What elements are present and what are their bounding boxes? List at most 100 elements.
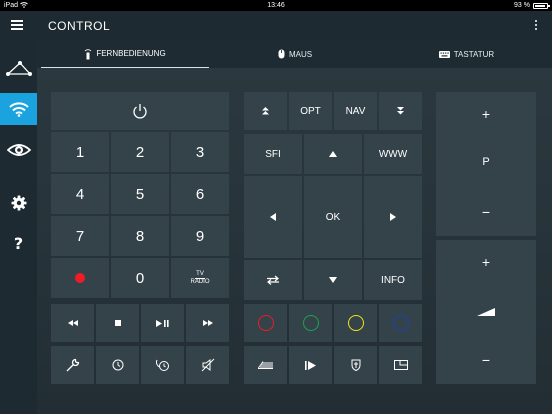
- channel-down-button[interactable]: [379, 92, 422, 130]
- channel-up-button[interactable]: [244, 92, 287, 130]
- volume-level-icon: [477, 308, 495, 316]
- key-4[interactable]: 4: [51, 174, 109, 214]
- tv-radio-button[interactable]: TV RADIO: [171, 258, 229, 298]
- shield-button[interactable]: [334, 346, 377, 384]
- battery-icon: [533, 3, 550, 9]
- key-6[interactable]: 6: [171, 174, 229, 214]
- pip-icon: [393, 360, 408, 370]
- stop-button[interactable]: [96, 304, 139, 342]
- green-button[interactable]: [289, 304, 332, 342]
- eye-icon: [6, 144, 31, 156]
- wrench-icon: [66, 358, 79, 372]
- play-pause-button[interactable]: [141, 304, 184, 342]
- key-3[interactable]: 3: [171, 132, 229, 172]
- sleep-timer-button[interactable]: [141, 346, 184, 384]
- sidebar-item-view[interactable]: [0, 134, 37, 166]
- key-2[interactable]: 2: [111, 132, 169, 172]
- play-pause-icon: [155, 319, 169, 327]
- remote-panel: 1 2 3 4 5 6 7 8 9 0 TV RADIO OPT NAV SFI…: [37, 68, 552, 414]
- menu-icon[interactable]: [11, 20, 23, 31]
- info-button[interactable]: INFO: [364, 260, 422, 300]
- power-icon: [133, 103, 147, 118]
- key-8[interactable]: 8: [111, 216, 169, 256]
- play-bar-icon: [305, 360, 316, 370]
- left-button[interactable]: [244, 176, 302, 258]
- swap-button[interactable]: [244, 260, 302, 300]
- mouse-icon: [278, 49, 285, 59]
- app-bar: CONTROL: [0, 11, 552, 40]
- record-icon: [75, 273, 85, 283]
- tab-fernbedienung[interactable]: FERNBEDIENUNG: [41, 40, 209, 68]
- volume-up-button[interactable]: +: [482, 254, 490, 270]
- sidebar: ?: [0, 40, 37, 414]
- arrow-right-icon: [390, 213, 396, 221]
- right-button[interactable]: [364, 176, 422, 258]
- program-rocker: + P −: [436, 92, 536, 236]
- program-down-button[interactable]: −: [482, 204, 490, 220]
- nav-button[interactable]: NAV: [334, 92, 377, 130]
- sidebar-item-wifi[interactable]: [0, 93, 37, 125]
- tv-radio-label: TV RADIO: [190, 270, 210, 285]
- play-bar-button[interactable]: [289, 346, 332, 384]
- timer-button[interactable]: [96, 346, 139, 384]
- opt-button[interactable]: OPT: [289, 92, 332, 130]
- shield-icon: [351, 359, 360, 371]
- up-button[interactable]: [304, 134, 362, 174]
- tab-bar: FERNBEDIENUNG MAUS TASTATUR: [37, 40, 552, 68]
- guide-icon: [257, 361, 273, 369]
- yellow-button[interactable]: [334, 304, 377, 342]
- rewind-button[interactable]: [51, 304, 94, 342]
- volume-rocker: + −: [436, 240, 536, 384]
- sfi-button[interactable]: SFI: [244, 134, 302, 174]
- arrow-left-icon: [270, 213, 276, 221]
- key-0[interactable]: 0: [111, 258, 169, 298]
- tools-button[interactable]: [51, 346, 94, 384]
- key-7[interactable]: 7: [51, 216, 109, 256]
- program-label: P: [482, 156, 490, 168]
- key-9[interactable]: 9: [171, 216, 229, 256]
- red-circle-icon: [257, 315, 274, 331]
- arrow-up-icon: [329, 151, 337, 157]
- battery-percent: 93 %: [514, 2, 530, 9]
- clock-icon: [112, 359, 123, 371]
- clock: 13:46: [267, 2, 285, 9]
- guide-button[interactable]: [244, 346, 287, 384]
- remote-icon: [84, 48, 92, 59]
- double-down-icon: [397, 107, 404, 115]
- red-button[interactable]: [244, 304, 287, 342]
- triangle-nodes-icon: [5, 61, 32, 76]
- double-up-icon: [262, 107, 269, 115]
- arrow-down-icon: [329, 277, 337, 283]
- pip-button[interactable]: [379, 346, 422, 384]
- power-button[interactable]: [51, 92, 229, 130]
- sidebar-item-help[interactable]: ?: [0, 227, 37, 259]
- volume-down-button[interactable]: −: [482, 352, 490, 368]
- sleep-timer-icon: [155, 359, 169, 371]
- stop-icon: [114, 320, 121, 326]
- app-title: CONTROL: [48, 19, 111, 33]
- tab-tastatur[interactable]: TASTATUR: [381, 40, 552, 68]
- fast-forward-button[interactable]: [186, 304, 229, 342]
- sidebar-item-network[interactable]: [0, 52, 37, 84]
- program-up-button[interactable]: +: [482, 106, 490, 122]
- yellow-circle-icon: [347, 315, 364, 331]
- swap-icon: [267, 275, 279, 285]
- www-button[interactable]: WWW: [364, 134, 422, 174]
- gear-icon: [11, 195, 26, 211]
- key-1[interactable]: 1: [51, 132, 109, 172]
- key-5[interactable]: 5: [111, 174, 169, 214]
- rewind-icon: [67, 320, 78, 326]
- sidebar-item-settings[interactable]: [0, 187, 37, 219]
- more-vert-icon[interactable]: [534, 19, 538, 32]
- mute-icon: [201, 358, 214, 372]
- fast-forward-icon: [202, 320, 213, 326]
- tab-maus[interactable]: MAUS: [209, 40, 381, 68]
- wifi-icon: [8, 102, 29, 117]
- mute-button[interactable]: [186, 346, 229, 384]
- tab-label: TASTATUR: [453, 49, 495, 59]
- record-button[interactable]: [51, 258, 109, 298]
- blue-button[interactable]: [379, 304, 422, 342]
- down-button[interactable]: [304, 260, 362, 300]
- tab-label: MAUS: [288, 49, 313, 59]
- ok-button[interactable]: OK: [304, 176, 362, 258]
